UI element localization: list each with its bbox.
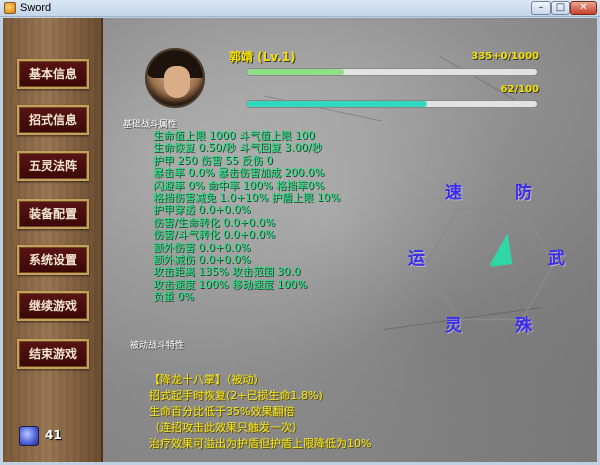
window-title: Sword bbox=[20, 2, 52, 14]
exp-bar-fill bbox=[247, 69, 345, 75]
stat-line: 闪避率 0% 命中率 100% 格挡率0% bbox=[153, 179, 325, 192]
radar-label-special: 殊 bbox=[515, 316, 532, 336]
passive-title: 被动战斗特性 bbox=[130, 341, 185, 351]
hp-bar-fill bbox=[247, 101, 427, 107]
radar-label-speed: 速 bbox=[445, 183, 462, 203]
crystal-icon bbox=[19, 426, 39, 446]
avatar-face bbox=[164, 66, 190, 98]
stat-line: 格挡伤害减免 1.0+10% 护盾上限 10% bbox=[153, 191, 341, 204]
stat-line: 暴击率 0.0% 暴击伤害加成 200.0% bbox=[153, 167, 325, 180]
stat-line: 伤害/生命转化 0.0+0.0% bbox=[153, 216, 276, 229]
stat-line: 护甲穿透 0.0+0.0% bbox=[153, 204, 251, 217]
stat-line: 负重 0% bbox=[153, 291, 194, 304]
passive-description: 【降龙十八掌】（被动） 招式起手时恢复(2+已损生命1.8%) 生命百分比低于35%… bbox=[149, 372, 371, 452]
stat-line: 额外减伤 0.0+0.0% bbox=[153, 253, 251, 266]
basic-stats-list: 生命值上限 1000 斗气值上限 100 生命恢复 0.50/秒 斗气回复 3.0… bbox=[153, 130, 340, 303]
radar-label-defense: 防 bbox=[515, 183, 532, 203]
stat-line: 伤害/斗气转化 0.0+0.0% bbox=[153, 229, 276, 242]
passive-line: （连招攻击此效果只触发一次） bbox=[149, 421, 303, 434]
hp-bar bbox=[246, 100, 538, 108]
sidebar-item-moves[interactable]: 招式信息 bbox=[17, 105, 89, 135]
passive-line: 治疗效果可溢出为护盾但护盾上限降低为10% bbox=[149, 437, 372, 450]
game-area: 基本信息 招式信息 五灵法阵 装备配置 系统设置 继续游戏 结束游戏 41 郭靖… bbox=[3, 18, 597, 462]
sidebar-item-basic-info[interactable]: 基本信息 bbox=[17, 59, 89, 89]
exp-bar bbox=[246, 68, 538, 76]
sidebar-item-continue[interactable]: 继续游戏 bbox=[17, 291, 89, 321]
close-button[interactable]: ✕ bbox=[570, 1, 597, 15]
avatar bbox=[145, 48, 205, 108]
passive-line: 生命百分比低于35%效果翻倍 bbox=[149, 405, 295, 418]
stat-line: 护甲 250 伤害 55 反伤 0 bbox=[153, 154, 273, 167]
exp-value: 335+0/1000 bbox=[471, 51, 539, 62]
sidebar-item-settings[interactable]: 系统设置 bbox=[17, 245, 89, 275]
passive-line: 【降龙十八掌】（被动） bbox=[149, 373, 265, 386]
attribute-radar: 速 防 武 殊 灵 运 bbox=[400, 178, 580, 350]
sidebar: 基本信息 招式信息 五灵法阵 装备配置 系统设置 继续游戏 结束游戏 41 bbox=[3, 18, 103, 462]
radar-label-spirit: 灵 bbox=[445, 316, 462, 336]
radar-label-martial: 武 bbox=[548, 249, 565, 269]
radar-value-area bbox=[463, 233, 513, 267]
basic-stats-title: 基础战斗属性 bbox=[123, 120, 178, 130]
hp-value: 62/100 bbox=[500, 84, 539, 95]
stat-line: 攻击距离 135% 攻击范围 30.0 bbox=[153, 266, 301, 279]
sidebar-item-equipment[interactable]: 装备配置 bbox=[17, 199, 89, 229]
sidebar-item-five-spirits[interactable]: 五灵法阵 bbox=[17, 151, 89, 181]
stat-line: 生命恢复 0.50/秒 斗气回复 3.00/秒 bbox=[153, 142, 322, 155]
stat-line: 额外伤害 0.0+0.0% bbox=[153, 241, 251, 254]
radar-label-luck: 运 bbox=[408, 249, 425, 269]
app-icon bbox=[4, 2, 16, 14]
character-name: 郭靖 (Lv.1) bbox=[229, 50, 296, 64]
window-titlebar: Sword – □ ✕ bbox=[0, 0, 600, 17]
stat-line: 攻击速度 100% 移动速度 100% bbox=[153, 278, 308, 291]
maximize-button[interactable]: □ bbox=[551, 1, 570, 15]
currency-value: 41 bbox=[45, 428, 62, 442]
stat-line: 生命值上限 1000 斗气值上限 100 bbox=[153, 130, 315, 142]
minimize-button[interactable]: – bbox=[531, 1, 551, 15]
passive-line: 招式起手时恢复(2+已损生命1.8%) bbox=[149, 389, 323, 402]
sidebar-item-quit[interactable]: 结束游戏 bbox=[17, 339, 89, 369]
